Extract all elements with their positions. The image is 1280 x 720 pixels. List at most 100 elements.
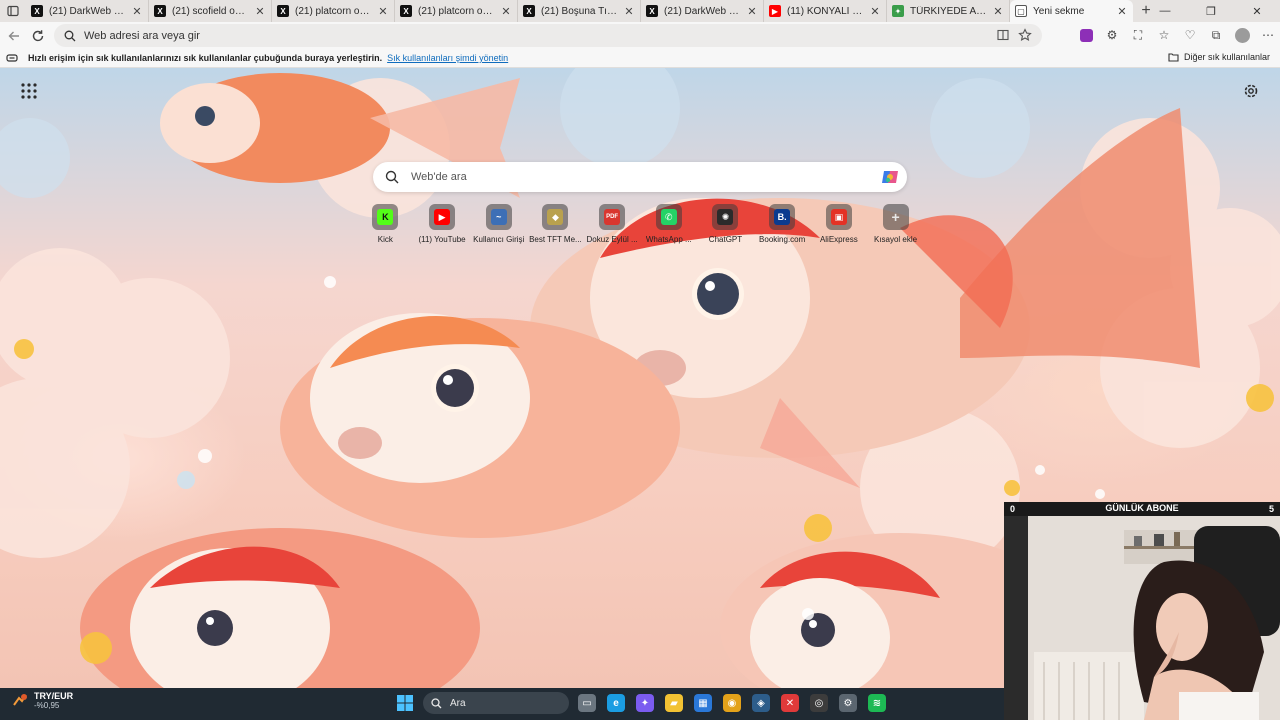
close-tab-icon[interactable]: ✕ — [131, 5, 143, 18]
chrome-taskbar-button[interactable]: ◉ — [721, 692, 743, 714]
quick-link-tile: K — [372, 204, 399, 230]
quick-link-8[interactable]: ▣ AliExpress — [811, 204, 868, 244]
cloud-icon: ~ — [490, 209, 507, 225]
tab-4[interactable]: X (21) Boşuna Tıklama on ✕ — [518, 0, 641, 22]
pdf-icon: PDF — [604, 209, 621, 225]
tab-0[interactable]: X (21) DarkWeb Haber on X ✕ — [26, 0, 149, 22]
quick-link-1[interactable]: ▶ (11) YouTube — [414, 204, 471, 244]
close-tab-icon[interactable]: ✕ — [869, 5, 881, 18]
webcam-feed-image — [1004, 516, 1280, 720]
valorant-taskbar-button[interactable]: ✕ — [779, 692, 801, 714]
copilot-taskbar-button[interactable]: ✦ — [634, 692, 656, 714]
close-tab-icon[interactable]: ✕ — [992, 5, 1004, 18]
apps-grid-button[interactable] — [20, 82, 38, 100]
edge-taskbar-button[interactable]: e — [605, 692, 627, 714]
tab-actions-icon — [7, 5, 19, 17]
quick-link-7[interactable]: B. Booking.com — [754, 204, 811, 244]
plus-icon: + — [891, 209, 900, 225]
gear-icon — [1244, 84, 1258, 98]
collections-button[interactable]: ⧉ — [1206, 25, 1226, 45]
tab-1[interactable]: X (21) scofield on X: "kon ✕ — [149, 0, 272, 22]
taskbar-search-label: Ara — [450, 697, 466, 709]
close-tab-icon[interactable]: ✕ — [623, 5, 635, 18]
web-search-box[interactable]: Web'de ara — [373, 162, 907, 192]
refresh-button[interactable] — [26, 24, 50, 48]
reader-view-icon[interactable] — [996, 28, 1010, 42]
x-logo-icon: X — [277, 5, 289, 17]
steam-like-taskbar-button[interactable]: ◈ — [750, 692, 772, 714]
extension-button[interactable] — [1076, 25, 1096, 45]
kick-icon: K — [377, 209, 394, 225]
close-tab-icon[interactable]: ✕ — [377, 5, 389, 18]
quick-link-6[interactable]: ✺ ChatGPT — [697, 204, 754, 244]
star-icon[interactable] — [1018, 28, 1032, 42]
restore-button[interactable]: ❐ — [1188, 0, 1234, 22]
address-bar[interactable]: Web adresi ara veya gir — [54, 24, 1042, 47]
tab-3[interactable]: X (21) platcorn on X: "Ha ✕ — [395, 0, 518, 22]
manage-favorites-link[interactable]: Sık kullanılanları şimdi yönetin — [387, 53, 508, 63]
ticker-widget[interactable]: TRY/EUR -%0,95 — [12, 691, 73, 710]
quick-link-tile: ✆ — [655, 204, 682, 230]
close-tab-icon[interactable]: ✕ — [254, 5, 266, 18]
heart-icon: ♡ — [1184, 28, 1196, 42]
settings-taskbar-button[interactable]: ⚙ — [837, 692, 859, 714]
tab-2[interactable]: X (21) platcorn on X: "Oğ ✕ — [272, 0, 395, 22]
quick-link-3[interactable]: ◆ Best TFT Me... — [527, 204, 584, 244]
more-icon: ⋯ — [1262, 28, 1274, 42]
file-explorer-taskbar-button[interactable]: ▰ — [663, 692, 685, 714]
quick-link-9[interactable]: + Kısayol ekle — [867, 204, 924, 244]
start-button[interactable] — [394, 692, 416, 714]
quick-link-tile: + — [882, 204, 909, 230]
extensions-menu-button[interactable]: ⚙ — [1102, 25, 1122, 45]
tab-actions-button[interactable] — [0, 0, 26, 22]
task-view-taskbar-button[interactable]: ▭ — [576, 692, 598, 714]
tab-7[interactable]: ✦ TÜRKİYEDE ABARTILMI ✕ — [887, 0, 1010, 22]
close-tab-icon[interactable]: ✕ — [500, 5, 512, 18]
copilot-icon[interactable] — [881, 168, 899, 186]
tab-title: (21) DarkWeb Haber on X — [49, 5, 127, 17]
favorites-icon: ☆ — [1158, 28, 1170, 42]
quick-link-4[interactable]: PDF Dokuz Eylül ... — [584, 204, 641, 244]
minimize-button[interactable]: — — [1142, 0, 1188, 22]
address-bar-actions — [996, 28, 1032, 42]
other-favorites-button[interactable]: Diğer sık kullanılanlar — [1168, 52, 1270, 62]
back-button[interactable] — [2, 24, 26, 48]
quick-link-tile: B. — [769, 204, 796, 230]
browser-essentials-button[interactable]: ♡ — [1180, 25, 1200, 45]
tab-8[interactable]: ▢ Yeni sekme ✕ — [1010, 0, 1133, 22]
tab-title: (21) platcorn on X: "Oğ — [295, 5, 373, 17]
tab-6[interactable]: ▶ (11) KONYALI JOHN W ✕ — [764, 0, 887, 22]
store-taskbar-button[interactable]: ▦ — [692, 692, 714, 714]
favorites-button[interactable]: ☆ — [1154, 25, 1174, 45]
file-explorer-icon: ▰ — [665, 694, 683, 712]
close-window-button[interactable]: ✕ — [1234, 0, 1280, 22]
spotify-taskbar-button[interactable]: ≋ — [866, 692, 888, 714]
settings-icon: ⚙ — [839, 694, 857, 712]
taskbar-search[interactable]: Ara — [423, 692, 569, 714]
obs-taskbar-button[interactable]: ◎ — [808, 692, 830, 714]
tab-title: (11) KONYALI JOHN W — [787, 5, 865, 17]
other-favorites-label: Diğer sık kullanılanlar — [1183, 52, 1270, 62]
close-tab-icon[interactable]: ✕ — [746, 5, 758, 18]
taskbar-center: Ara ▭ e ✦ ▰ ▦ ◉ ◈ ✕ ◎ ⚙ ≋ — [394, 692, 888, 714]
profile-button[interactable] — [1232, 25, 1252, 45]
close-tab-icon[interactable]: ✕ — [1116, 5, 1128, 18]
search-icon — [64, 30, 76, 41]
page-settings-button[interactable] — [1242, 82, 1260, 100]
quick-links: K Kick ▶ (11) YouTube ~ Kullanıcı Girişi ◆ Best… — [357, 204, 924, 244]
refresh-icon — [32, 29, 44, 41]
quick-link-2[interactable]: ~ Kullanıcı Girişi — [470, 204, 527, 244]
tracking-button[interactable]: ⛶ — [1128, 25, 1148, 45]
quick-link-label: Dokuz Eylül ... — [586, 235, 638, 244]
address-placeholder: Web adresi ara veya gir — [84, 29, 200, 42]
quick-link-label: Best TFT Me... — [529, 235, 582, 244]
x-logo-icon: X — [523, 5, 535, 17]
quick-link-5[interactable]: ✆ WhatsApp ... — [640, 204, 697, 244]
back-arrow-icon — [8, 31, 19, 40]
more-menu-button[interactable]: ⋯ — [1258, 25, 1278, 45]
tab-5[interactable]: X (21) DarkWeb Haber on ✕ — [641, 0, 764, 22]
x-logo-icon: X — [646, 5, 658, 17]
quick-link-tile: PDF — [599, 204, 626, 230]
tab-strip: X (21) DarkWeb Haber on X ✕ X (21) scofield … — [0, 0, 1280, 22]
quick-link-0[interactable]: K Kick — [357, 204, 414, 244]
